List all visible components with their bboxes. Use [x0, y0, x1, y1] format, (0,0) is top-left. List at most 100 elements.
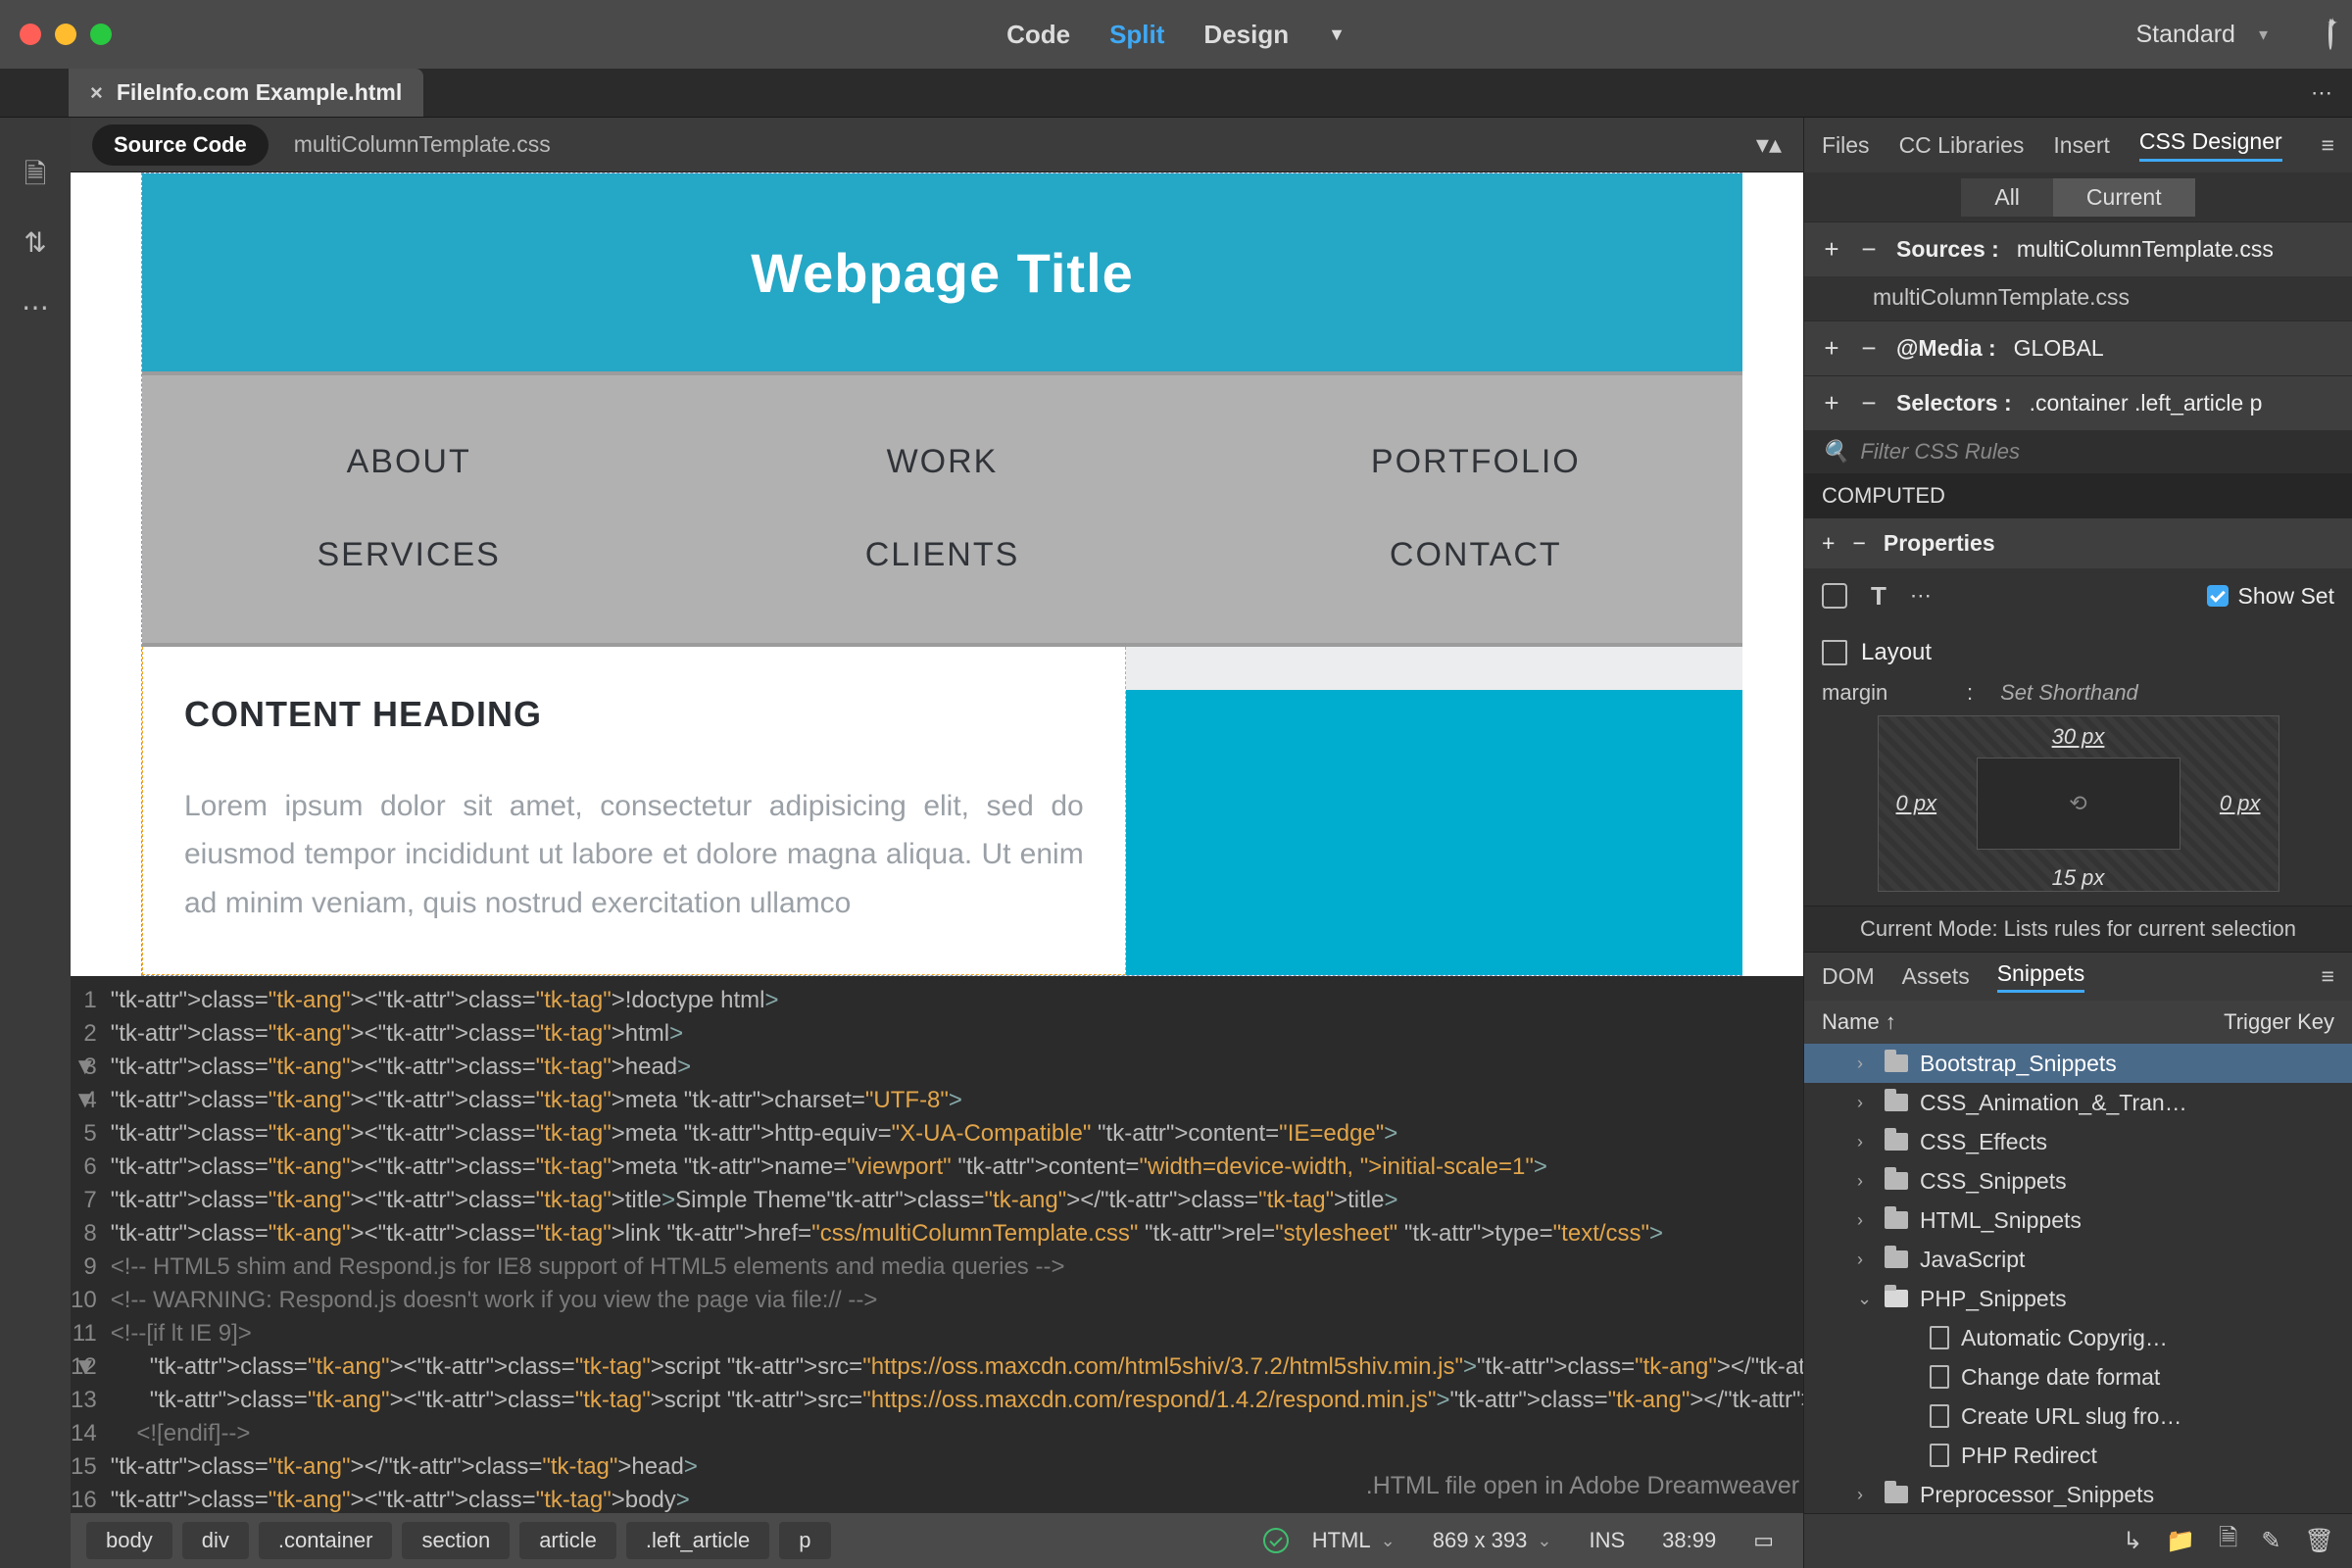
panel-menu-icon[interactable]: ≡ [2322, 963, 2334, 990]
margin-left-value[interactable]: 0 px [1896, 791, 1937, 816]
tab-css-designer[interactable]: CSS Designer [2139, 128, 2282, 162]
breadcrumb[interactable]: p [779, 1522, 830, 1559]
snippet-file[interactable]: Create URL slug fro… [1804, 1396, 2352, 1436]
add-icon[interactable]: + [1822, 388, 1841, 418]
snippet-folder[interactable]: ›CSS_Effects [1804, 1122, 2352, 1161]
snippets-tree[interactable]: ›Bootstrap_Snippets›CSS_Animation_&_Tran… [1804, 1044, 2352, 1513]
remove-icon[interactable]: − [1859, 333, 1879, 364]
breadcrumb[interactable]: body [86, 1522, 172, 1559]
link-values-icon[interactable]: ⟲ [1977, 758, 2180, 850]
settings-gear-icon[interactable] [2328, 21, 2332, 49]
breadcrumb[interactable]: article [519, 1522, 616, 1559]
snippet-file[interactable]: PHP Redirect [1804, 1436, 2352, 1475]
preview-nav-item[interactable]: WORK [675, 443, 1208, 481]
remove-icon[interactable]: − [1859, 234, 1879, 265]
remove-icon[interactable]: − [1859, 388, 1879, 418]
preview-nav-item[interactable]: CONTACT [1209, 536, 1742, 574]
view-split[interactable]: Split [1109, 20, 1164, 50]
add-icon[interactable]: + [1822, 234, 1841, 265]
tab-insert[interactable]: Insert [2053, 132, 2110, 159]
delete-snippet-icon[interactable]: 🗑 [2305, 1527, 2334, 1555]
preview-device-icon[interactable]: ▭ [1740, 1528, 1788, 1553]
snippets-columns[interactable]: Name ↑ Trigger Key [1804, 1001, 2352, 1044]
add-icon[interactable]: + [1822, 530, 1835, 557]
folder-icon [1885, 1250, 1908, 1268]
filter-icon[interactable]: ▾▴ [1756, 129, 1782, 160]
overflow-icon[interactable]: ⋯ [2311, 80, 2352, 106]
tab-cc-libraries[interactable]: CC Libraries [1899, 132, 2025, 159]
sources-row[interactable]: + − Sources : multiColumnTemplate.css [1804, 221, 2352, 276]
sources-item[interactable]: multiColumnTemplate.css [1804, 276, 2352, 320]
media-row[interactable]: + − @Media : GLOBAL [1804, 320, 2352, 375]
maximize-window-icon[interactable] [90, 24, 112, 45]
snippet-file[interactable]: Automatic Copyrig… [1804, 1318, 2352, 1357]
properties-row[interactable]: + − Properties [1804, 518, 2352, 568]
preview-nav-item[interactable]: SERVICES [142, 536, 675, 574]
source-code-pill[interactable]: Source Code [92, 124, 269, 166]
margin-top-value[interactable]: 30 px [2052, 724, 2105, 750]
snippet-file[interactable]: Change date format [1804, 1357, 2352, 1396]
code-lines[interactable]: "tk-attr">class="tk-ang"><"tk-attr">clas… [111, 984, 1803, 1513]
more-category-icon[interactable]: ⋯ [1910, 583, 1932, 609]
col-name[interactable]: Name ↑ [1822, 1009, 1896, 1035]
tab-snippets[interactable]: Snippets [1997, 960, 2085, 993]
layout-category-icon[interactable] [1822, 583, 1847, 609]
snippet-folder[interactable]: ⌄PHP_Snippets [1804, 1279, 2352, 1318]
scope-all[interactable]: All [1961, 178, 2053, 217]
minimize-window-icon[interactable] [55, 24, 76, 45]
edit-snippet-icon[interactable]: ✎ [2261, 1527, 2280, 1555]
new-snippet-icon[interactable]: 🗎 [2219, 1521, 2237, 1561]
code-editor[interactable]: 1 2 ▼3 ▼4 5 6 7 8 9 10 11 ▼12 13 14 15 1… [71, 976, 1803, 1513]
insert-mode[interactable]: INS [1575, 1528, 1639, 1553]
margin-shorthand[interactable]: Set Shorthand [2000, 680, 2138, 706]
add-icon[interactable]: + [1822, 333, 1841, 364]
view-design[interactable]: Design [1203, 20, 1289, 50]
close-window-icon[interactable] [20, 24, 41, 45]
filter-css-rules[interactable]: 🔍 Filter CSS Rules [1804, 430, 2352, 473]
box-model-diagram[interactable]: 30 px 0 px 0 px 15 px ⟲ [1878, 715, 2279, 892]
snippet-folder[interactable]: ›Preprocessor_Snippets [1804, 1475, 2352, 1513]
viewport-size[interactable]: 869 x 393⌄ [1419, 1528, 1566, 1553]
computed-header[interactable]: COMPUTED [1804, 473, 2352, 518]
tree-item-label: Change date format [1961, 1364, 2160, 1391]
breadcrumb[interactable]: .container [259, 1522, 393, 1559]
language-selector[interactable]: HTML⌄ [1298, 1528, 1409, 1553]
margin-right-value[interactable]: 0 px [2220, 791, 2261, 816]
scope-current[interactable]: Current [2053, 178, 2195, 217]
breadcrumb[interactable]: div [182, 1522, 249, 1559]
more-tools-icon[interactable]: ⋯ [21, 292, 50, 321]
tab-dom[interactable]: DOM [1822, 963, 1875, 990]
margin-bottom-value[interactable]: 15 px [2052, 865, 2105, 891]
snippet-folder[interactable]: ›CSS_Snippets [1804, 1161, 2352, 1200]
tab-files[interactable]: Files [1822, 132, 1870, 159]
show-set-toggle[interactable]: Show Set [2207, 583, 2334, 610]
layout-section-header[interactable]: Layout [1804, 623, 2352, 674]
tab-assets[interactable]: Assets [1902, 963, 1970, 990]
preview-nav-item[interactable]: PORTFOLIO [1209, 443, 1742, 481]
close-tab-icon[interactable]: × [90, 80, 103, 106]
view-code[interactable]: Code [1006, 20, 1070, 50]
remove-icon[interactable]: − [1852, 530, 1865, 557]
text-category-icon[interactable]: T [1871, 581, 1886, 612]
panel-menu-icon[interactable]: ≡ [2322, 132, 2334, 159]
insert-snippet-icon[interactable]: ↳ [2123, 1527, 2142, 1555]
snippet-folder[interactable]: ›Bootstrap_Snippets [1804, 1044, 2352, 1083]
snippet-folder[interactable]: ›JavaScript [1804, 1240, 2352, 1279]
live-preview[interactable]: Webpage Title ABOUT WORK PORTFOLIO SERVI… [71, 172, 1803, 976]
chevron-down-icon[interactable]: ▼ [1328, 24, 1346, 45]
snippet-folder[interactable]: ›HTML_Snippets [1804, 1200, 2352, 1240]
extract-icon[interactable]: ⇅ [21, 227, 50, 257]
file-management-icon[interactable]: 🗎 [21, 163, 50, 192]
preview-nav-item[interactable]: CLIENTS [675, 536, 1208, 574]
selectors-row[interactable]: + − Selectors : .container .left_article… [1804, 375, 2352, 430]
related-css-link[interactable]: multiColumnTemplate.css [294, 131, 551, 158]
breadcrumb[interactable]: .left_article [626, 1522, 769, 1559]
preview-nav-item[interactable]: ABOUT [142, 443, 675, 481]
breadcrumb[interactable]: section [402, 1522, 510, 1559]
col-trigger[interactable]: Trigger Key [2224, 1009, 2334, 1035]
snippet-folder[interactable]: ›CSS_Animation_&_Tran… [1804, 1083, 2352, 1122]
workspace-switcher[interactable]: Standard ▾ [2135, 21, 2332, 49]
status-ok-icon[interactable] [1263, 1528, 1289, 1553]
new-folder-icon[interactable]: 📁 [2166, 1527, 2195, 1555]
document-tab[interactable]: × FileInfo.com Example.html [69, 69, 423, 117]
